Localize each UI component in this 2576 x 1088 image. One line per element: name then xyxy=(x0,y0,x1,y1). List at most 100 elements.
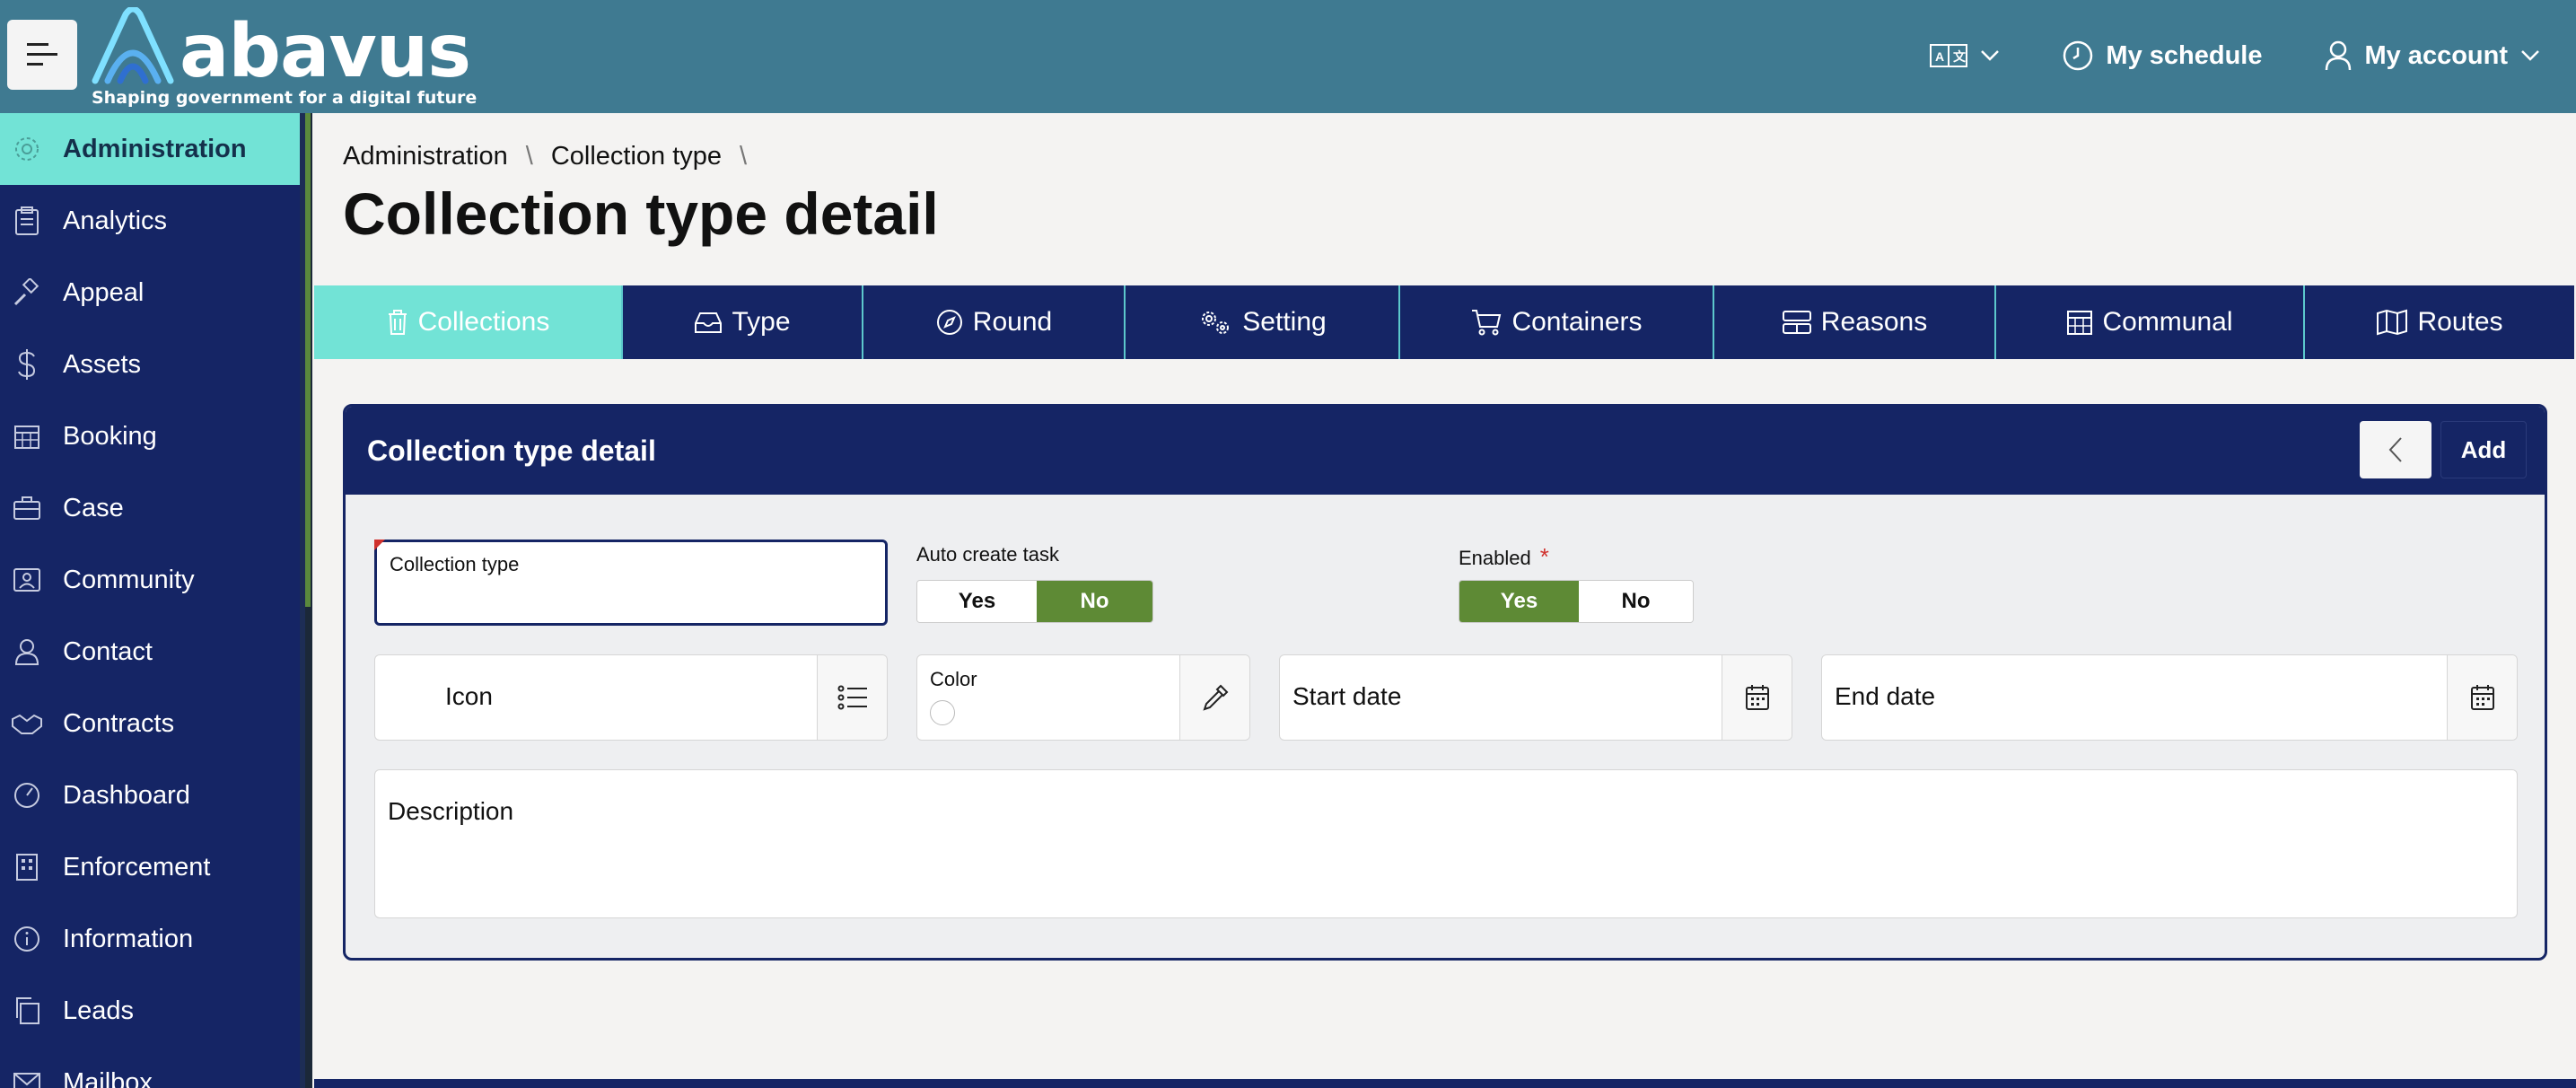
add-button[interactable]: Add xyxy=(2440,421,2527,478)
auto-create-yes-option[interactable]: Yes xyxy=(917,581,1037,622)
sidebar-item-label: Mailbox xyxy=(63,1067,153,1088)
sidebar-item-administration[interactable]: Administration xyxy=(0,113,300,185)
sidebar-item-assets[interactable]: Assets xyxy=(0,329,300,400)
tab-label: Setting xyxy=(1242,307,1327,337)
dollar-icon xyxy=(11,348,43,381)
enabled-yes-option[interactable]: Yes xyxy=(1459,581,1579,622)
sidebar-item-label: Assets xyxy=(63,349,142,379)
sidebar-item-label: Community xyxy=(63,565,195,594)
person-card-icon xyxy=(11,564,43,596)
enabled-toggle: Yes No xyxy=(1459,580,1694,623)
sidebar-item-dashboard[interactable]: Dashboard xyxy=(0,759,300,831)
panel-header: Collection type detail Add xyxy=(346,407,2545,495)
sidebar-item-label: Leads xyxy=(63,996,135,1025)
icon-field[interactable]: Icon xyxy=(374,654,888,741)
tab-communal[interactable]: Communal xyxy=(1996,285,2305,359)
chevron-down-icon xyxy=(2521,50,2539,61)
svg-text:文: 文 xyxy=(1953,49,1967,64)
gauge-icon xyxy=(11,779,43,812)
sidebar-item-contracts[interactable]: Contracts xyxy=(0,688,300,759)
sidebar-item-information[interactable]: Information xyxy=(0,903,300,975)
tab-round[interactable]: Round xyxy=(863,285,1126,359)
eyedropper-icon xyxy=(1202,684,1228,711)
description-field[interactable]: Description xyxy=(374,769,2518,918)
my-schedule-label: My schedule xyxy=(2106,40,2263,70)
breadcrumb-item-collection-type[interactable]: Collection type xyxy=(551,142,722,171)
list-icon xyxy=(837,685,867,710)
auto-create-task-label: Auto create task xyxy=(916,543,1059,566)
sidebar-item-community[interactable]: Community xyxy=(0,544,300,616)
briefcase-icon xyxy=(11,492,43,524)
my-account-menu[interactable]: My account xyxy=(2325,40,2540,71)
tab-label: Containers xyxy=(1511,307,1643,337)
sidebar-item-label: Case xyxy=(63,493,124,522)
tab-label: Reasons xyxy=(1820,307,1928,337)
sidebar-item-case[interactable]: Case xyxy=(0,472,300,544)
enabled-label-row: Enabled * xyxy=(1459,543,1549,571)
tab-label: Collections xyxy=(417,307,550,337)
sidebar-item-enforcement[interactable]: Enforcement xyxy=(0,831,300,903)
enabled-label: Enabled xyxy=(1459,547,1531,569)
description-placeholder: Description xyxy=(388,797,514,825)
language-selector[interactable]: A 文 xyxy=(1930,44,2000,67)
end-date-picker-button[interactable] xyxy=(2447,655,2517,740)
color-swatch[interactable] xyxy=(930,700,955,725)
my-schedule-link[interactable]: My schedule xyxy=(2063,40,2262,71)
color-field[interactable]: Color xyxy=(916,654,1250,741)
trash-icon xyxy=(388,310,407,335)
auto-create-task-toggle: Yes No xyxy=(916,580,1153,623)
enabled-no-option[interactable]: No xyxy=(1578,581,1693,622)
sidebar-item-contact[interactable]: Contact xyxy=(0,616,300,688)
sidebar-divider xyxy=(305,113,312,1088)
tab-type[interactable]: Type xyxy=(623,285,863,359)
start-date-field[interactable]: Start date xyxy=(1279,654,1792,741)
calendar-icon xyxy=(2470,685,2494,710)
color-label: Color xyxy=(930,668,977,690)
page-title: Collection type detail xyxy=(343,180,939,247)
tab-reasons[interactable]: Reasons xyxy=(1714,285,1996,359)
start-date-placeholder: Start date xyxy=(1292,682,1402,710)
tab-collections[interactable]: Collections xyxy=(314,285,623,359)
end-date-field[interactable]: End date xyxy=(1821,654,2518,741)
sidebar-item-label: Enforcement xyxy=(63,852,211,882)
tab-label: Routes xyxy=(2417,307,2503,337)
icon-placeholder: Icon xyxy=(445,682,493,710)
header-actions: A 文 My schedule My account xyxy=(1930,27,2540,84)
cart-icon xyxy=(1472,310,1502,336)
module-tabs: Collections Type Round Setting Container… xyxy=(314,285,2574,359)
icon-picker-button[interactable] xyxy=(817,655,887,740)
breadcrumb-separator: \ xyxy=(525,142,533,171)
tab-label: Type xyxy=(732,307,791,337)
calendar-grid-icon xyxy=(2067,311,2093,335)
gears-icon xyxy=(1202,311,1230,334)
sidebar-item-appeal[interactable]: Appeal xyxy=(0,257,300,329)
start-date-picker-button[interactable] xyxy=(1722,655,1792,740)
tab-setting[interactable]: Setting xyxy=(1126,285,1400,359)
breadcrumb-item-administration[interactable]: Administration xyxy=(343,142,508,171)
sidebar-item-leads[interactable]: Leads xyxy=(0,975,300,1047)
back-button[interactable] xyxy=(2360,421,2431,478)
panel-title: Collection type detail xyxy=(367,434,656,467)
gavel-icon xyxy=(11,276,43,309)
tab-routes[interactable]: Routes xyxy=(2305,285,2574,359)
collection-type-field[interactable]: Collection type xyxy=(374,540,888,626)
sidebar-item-label: Booking xyxy=(63,421,157,451)
map-icon xyxy=(2377,309,2408,336)
footer-strip xyxy=(314,1079,2576,1088)
sidebar-item-analytics[interactable]: Analytics xyxy=(0,185,300,257)
abavus-logo[interactable]: abavus Shaping government for a digital … xyxy=(90,4,477,108)
collection-type-label: Collection type xyxy=(390,553,520,575)
menu-toggle-button[interactable] xyxy=(7,20,77,90)
brand-tagline: Shaping government for a digital future xyxy=(92,88,478,108)
sidebar-item-label: Analytics xyxy=(63,206,168,235)
sidebar-item-mailbox[interactable]: Mailbox xyxy=(0,1047,300,1088)
sidebar-item-booking[interactable]: Booking xyxy=(0,400,300,472)
handshake-icon xyxy=(11,707,43,740)
top-header: abavus Shaping government for a digital … xyxy=(0,0,2576,113)
hamburger-icon xyxy=(27,43,57,66)
auto-create-no-option[interactable]: No xyxy=(1036,581,1152,622)
svg-text:A: A xyxy=(1935,49,1944,64)
tab-containers[interactable]: Containers xyxy=(1400,285,1714,359)
clipboard-icon xyxy=(11,205,43,237)
color-picker-button[interactable] xyxy=(1179,655,1249,740)
